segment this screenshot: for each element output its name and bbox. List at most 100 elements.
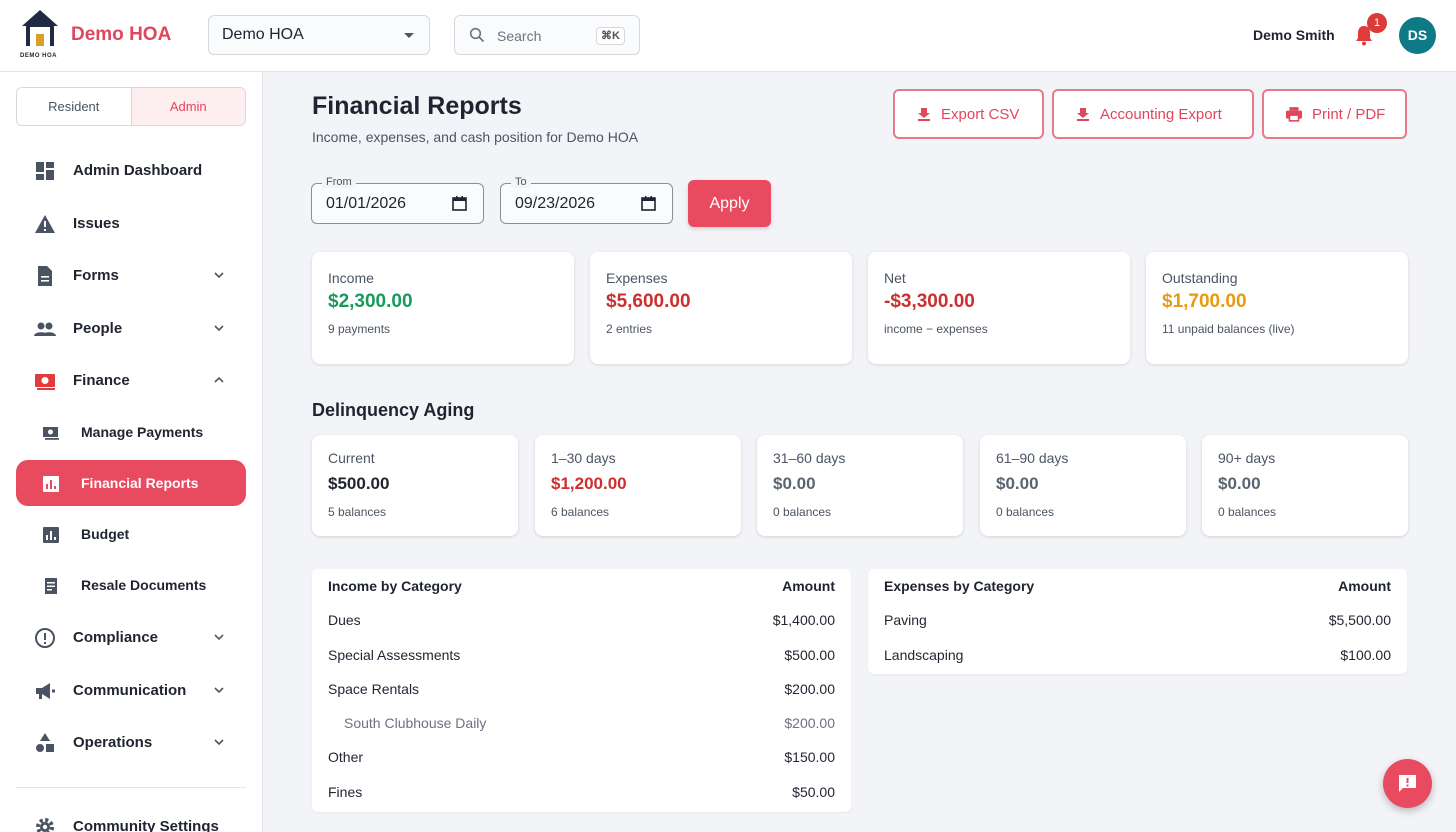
aging-value: $0.00 [773,474,816,493]
printer-icon [1286,107,1302,122]
calendar-icon[interactable] [452,196,467,211]
sidebar-item-label: Operations [73,734,153,751]
row-amount: $200.00 [784,715,835,732]
row-category: Paving [884,612,927,629]
top-bar: DEMO HOA Demo HOA Demo HOA Search ⌘K Dem… [0,0,1456,72]
chevron-down-icon [214,325,224,332]
table-header-category: Income by Category [328,578,462,594]
to-date-label: To [511,176,531,188]
sidebar-item-budget[interactable]: Budget [16,511,246,557]
sidebar-item-label: Finance [73,372,130,389]
aging-subtext: 0 balances [996,505,1055,519]
row-amount: $200.00 [784,680,835,697]
chevron-up-icon [214,376,224,383]
people-icon [34,322,56,336]
document-icon [38,266,52,286]
row-category: Space Rentals [328,680,420,697]
table-row: Other $150.00 [312,740,851,774]
table-header-row: Expenses by Category Amount [868,569,1407,603]
row-amount: $50.00 [792,783,835,800]
sidebar-item-community-settings[interactable]: Community Settings [16,803,246,832]
user-name[interactable]: Demo Smith [1253,27,1335,43]
apply-button[interactable]: Apply [688,180,771,227]
bar-chart-icon [43,476,59,492]
accounting-export-label: Accounting Export [1100,105,1222,123]
stat-value: $2,300.00 [328,291,413,312]
table-subrow: South Clubhouse Daily $200.00 [312,706,851,740]
aging-bucket-61-90: 61–90 days $0.00 0 balances [980,435,1186,536]
calendar-icon[interactable] [641,196,656,211]
chevron-down-icon [214,634,224,641]
sidebar-item-forms[interactable]: Forms [16,252,246,298]
sidebar: Resident Admin Admin Dashboard Issues Fo… [0,72,263,832]
sidebar-item-admin-dashboard[interactable]: Admin Dashboard [16,147,246,193]
print-pdf-button[interactable]: Print / PDF [1262,89,1407,139]
sidebar-item-manage-payments[interactable]: Manage Payments [16,409,246,455]
stat-label: Expenses [606,270,668,286]
table-row: Landscaping $100.00 [868,638,1407,672]
sidebar-item-people[interactable]: People [16,305,246,351]
table-header-category: Expenses by Category [884,578,1035,594]
from-date-label: From [322,176,356,188]
megaphone-icon [36,683,55,699]
sidebar-divider [16,787,246,788]
role-admin-button[interactable]: Admin [131,88,245,125]
to-date-value: 09/23/2026 [515,195,596,212]
aging-value: $0.00 [1218,474,1261,493]
income-stat-card: Income $2,300.00 9 payments [312,252,574,364]
to-date-field[interactable]: To 09/23/2026 [500,176,673,224]
table-header-amount: Amount [1338,578,1391,594]
shapes-icon [36,733,54,752]
accounting-export-button[interactable]: Accounting Export [1052,89,1254,139]
sidebar-item-label: Resale Documents [81,577,207,593]
avatar[interactable]: DS [1399,17,1436,54]
aging-bucket-31-60: 31–60 days $0.00 0 balances [757,435,963,536]
notification-badge: 1 [1367,13,1387,33]
aging-bucket-90-plus: 90+ days $0.00 0 balances [1202,435,1408,536]
outstanding-stat-card: Outstanding $1,700.00 11 unpaid balances… [1146,252,1408,364]
sidebar-item-financial-reports[interactable]: Financial Reports [16,460,246,506]
dashboard-icon [36,162,54,180]
sidebar-item-operations[interactable]: Operations [16,719,246,765]
stat-value: $1,700.00 [1162,291,1247,312]
role-resident-button[interactable]: Resident [17,88,132,125]
sidebar-item-finance[interactable]: Finance [16,357,246,403]
print-pdf-label: Print / PDF [1312,105,1386,123]
aging-subtext: 0 balances [773,505,832,519]
sidebar-item-issues[interactable]: Issues [16,200,246,246]
export-csv-button[interactable]: Export CSV [893,89,1044,139]
payments-icon [43,427,59,440]
aging-label: 1–30 days [551,450,616,466]
chevron-down-icon [214,272,224,279]
stat-subtext: income − expenses [884,322,988,336]
expenses-by-category-table: Expenses by Category Amount Paving $5,50… [868,569,1407,674]
download-icon [1077,108,1089,121]
sidebar-item-compliance[interactable]: Compliance [16,614,246,660]
table-row: Special Assessments $500.00 [312,638,851,672]
export-csv-label: Export CSV [941,105,1020,123]
chevron-down-icon [214,687,224,694]
aging-bucket-1-30: 1–30 days $1,200.00 6 balances [535,435,741,536]
stat-value: -$3,300.00 [884,291,975,312]
search-icon [469,27,485,43]
row-category: Landscaping [884,646,964,663]
from-date-field[interactable]: From 01/01/2026 [311,176,484,224]
search-input[interactable]: Search ⌘K [454,15,640,55]
role-toggle: Resident Admin [16,87,246,126]
sidebar-item-label: People [73,320,123,337]
search-placeholder: Search [497,28,542,44]
aging-subtext: 6 balances [551,505,610,519]
sidebar-item-label: Budget [81,526,130,542]
stat-label: Income [328,270,374,286]
table-row: Space Rentals $200.00 [312,672,851,706]
sidebar-item-resale-documents[interactable]: Resale Documents [16,562,246,608]
brand-name[interactable]: Demo HOA [71,24,171,46]
aging-value: $500.00 [328,474,390,493]
hoa-selector[interactable]: Demo HOA [208,15,430,55]
income-by-category-table: Income by Category Amount Dues $1,400.00… [312,569,851,812]
sidebar-item-label: Forms [73,267,119,284]
sidebar-item-communication[interactable]: Communication [16,667,246,713]
feedback-chat-button[interactable] [1383,759,1432,808]
row-amount: $100.00 [1340,646,1391,663]
sidebar-item-label: Financial Reports [81,475,199,491]
